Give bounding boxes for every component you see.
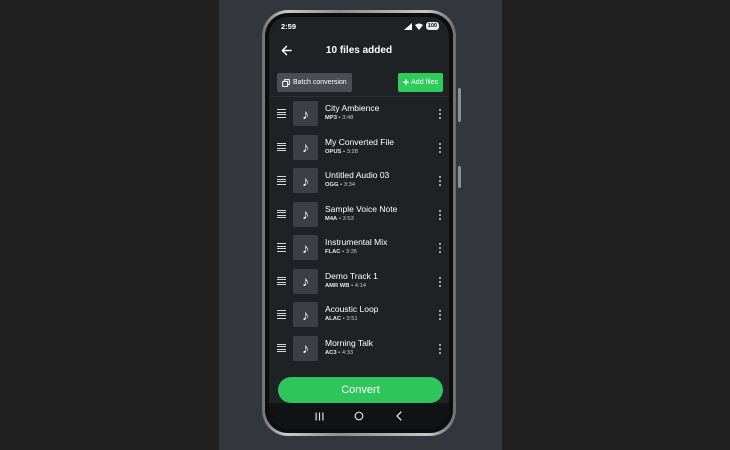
more-vert-icon[interactable] [437, 108, 443, 120]
drag-handle-icon[interactable] [277, 109, 286, 118]
file-row[interactable]: ♪ My Converted File OPUS • 3:28 [269, 133, 449, 163]
file-meta: AC3 • 4:33 [325, 350, 373, 356]
music-note-icon: ♪ [293, 268, 318, 294]
file-format: AMR WB [325, 282, 350, 289]
file-duration: 3:35 [345, 249, 358, 255]
plus-icon: + [402, 76, 410, 89]
file-name: Untitled Audio 03 [325, 170, 390, 180]
phone-frame: 2:59 100 10 files added Batch conversion… [262, 10, 461, 436]
file-duration: 3:34 [343, 182, 356, 188]
file-name: Sample Voice Note [325, 203, 398, 214]
more-vert-icon[interactable] [437, 142, 443, 154]
file-duration: 4:14 [354, 282, 367, 289]
file-name: Acoustic Loop [325, 304, 379, 314]
status-bar: 2:59 100 [269, 17, 449, 35]
recent-apps-button[interactable] [309, 409, 329, 423]
more-vert-icon[interactable] [437, 242, 443, 254]
batch-conversion-label: Batch conversion [293, 79, 347, 86]
file-row[interactable]: ♪ Untitled Audio 03 OGG • 3:34 [269, 166, 449, 196]
file-row[interactable]: ♪ Demo Track 1 AMR WB • 4:14 [269, 267, 449, 297]
volume-button [458, 88, 461, 122]
status-icons: 100 [403, 22, 439, 30]
file-format: AC3 [325, 349, 337, 356]
drag-handle-icon[interactable] [277, 142, 286, 152]
chevron-left-icon [396, 411, 402, 421]
music-note-icon: ♪ [293, 101, 318, 126]
music-note-icon: ♪ [293, 168, 318, 193]
file-name: Morning Talk [325, 337, 374, 348]
file-format: MP3 [325, 115, 337, 121]
file-row[interactable]: ♪ Instrumental Mix FLAC • 3:35 [269, 233, 449, 263]
file-row[interactable]: ♪ Acoustic Loop ALAC • 3:51 [269, 300, 449, 330]
file-row[interactable]: ♪ Sample Voice Note M4A • 3:53 [269, 200, 449, 230]
file-name: City Ambience [325, 103, 380, 113]
file-name: My Converted File [325, 136, 394, 147]
home-button[interactable] [349, 409, 369, 423]
drag-handle-icon[interactable] [277, 243, 286, 252]
file-format: ALAC [325, 316, 342, 322]
batch-icon [282, 78, 290, 87]
convert-button[interactable]: Convert [278, 377, 443, 403]
file-format: FLAC [325, 249, 341, 255]
file-duration: 3:53 [342, 215, 354, 222]
file-format: OPUS [325, 148, 342, 155]
file-name: Demo Track 1 [325, 270, 378, 281]
status-time: 2:59 [281, 21, 297, 31]
power-button [458, 166, 461, 188]
file-meta: M4A • 3:53 [325, 216, 397, 222]
file-duration: 4:33 [341, 349, 354, 356]
system-back-button[interactable] [389, 409, 409, 423]
more-vert-icon[interactable] [437, 175, 443, 187]
back-button[interactable] [277, 41, 295, 59]
file-duration: 3:48 [342, 115, 354, 121]
file-meta: MP3 • 3:48 [325, 115, 379, 121]
file-row[interactable]: ♪ City Ambience MP3 • 3:48 [269, 99, 449, 129]
file-meta: OGG • 3:34 [325, 182, 389, 188]
file-duration: 3:51 [346, 316, 358, 322]
page-title: 10 files added [325, 44, 393, 56]
wifi-icon [414, 23, 423, 30]
music-note-icon: ♪ [293, 335, 318, 361]
drag-handle-icon[interactable] [277, 310, 286, 319]
more-vert-icon[interactable] [437, 343, 443, 355]
batch-conversion-button[interactable]: Batch conversion [277, 73, 352, 92]
app-bar: 10 files added [269, 39, 449, 61]
more-vert-icon[interactable] [437, 209, 443, 221]
home-circle-icon [354, 411, 364, 421]
arrow-left-icon [281, 45, 292, 55]
phone-screen: 2:59 100 10 files added Batch conversion… [269, 17, 449, 429]
phone-bezel: 2:59 100 10 files added Batch conversion… [265, 13, 453, 433]
battery-icon: 100 [425, 22, 439, 30]
file-duration: 3:28 [346, 148, 358, 155]
more-vert-icon[interactable] [437, 309, 443, 321]
file-meta: AMR WB • 4:14 [325, 283, 378, 289]
add-files-button[interactable]: + Add files [397, 73, 443, 92]
signal-icon [403, 22, 412, 30]
music-note-icon: ♪ [293, 201, 318, 227]
drag-handle-icon[interactable] [277, 209, 286, 219]
divider [269, 96, 449, 97]
file-meta: OPUS • 3:28 [325, 149, 394, 155]
system-nav-bar [269, 403, 449, 429]
file-meta: FLAC • 3:35 [325, 249, 387, 255]
toolbar: Batch conversion + Add files [277, 73, 443, 92]
drag-handle-icon[interactable] [277, 176, 286, 185]
music-note-icon: ♪ [293, 302, 318, 327]
file-name: Instrumental Mix [325, 237, 388, 247]
recents-icon [315, 412, 323, 420]
file-row[interactable]: ♪ Morning Talk AC3 • 4:33 [269, 334, 449, 364]
music-note-icon: ♪ [293, 134, 318, 160]
more-vert-icon[interactable] [437, 276, 443, 288]
drag-handle-icon[interactable] [277, 276, 286, 286]
file-format: OGG [325, 182, 339, 188]
add-files-label: Add files [411, 79, 438, 86]
music-note-icon: ♪ [293, 235, 318, 260]
file-meta: ALAC • 3:51 [325, 316, 378, 322]
drag-handle-icon[interactable] [277, 343, 286, 353]
file-format: M4A [325, 215, 338, 222]
